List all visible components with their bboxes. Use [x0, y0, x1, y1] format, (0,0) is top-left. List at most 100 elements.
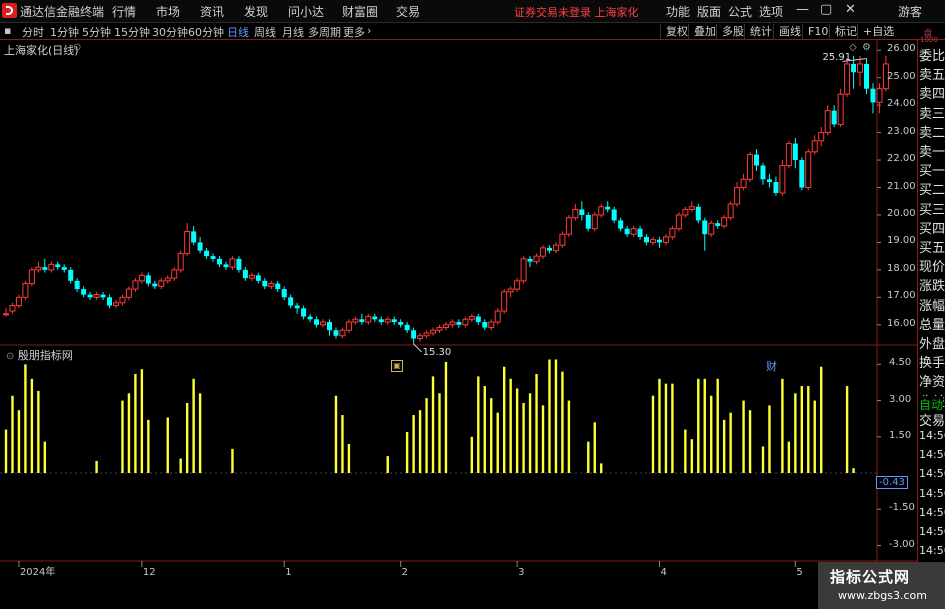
- close-icon[interactable]: ✕: [845, 2, 856, 17]
- candle: [100, 291, 106, 301]
- candle: [132, 278, 139, 292]
- candle: [398, 319, 404, 328]
- indicator-bar: [561, 371, 564, 474]
- candle: [527, 256, 533, 268]
- indicator-bar: [134, 373, 137, 474]
- candle: [514, 278, 521, 292]
- period-15min[interactable]: 15分钟: [114, 24, 150, 40]
- candle: [715, 220, 721, 229]
- menu-gongneng[interactable]: 功能: [666, 3, 690, 20]
- price-axis-label: 24.00: [887, 98, 916, 110]
- candles: [3, 55, 889, 353]
- candle: [391, 316, 397, 325]
- candle: [3, 308, 9, 317]
- period-fenshi[interactable]: 分时: [22, 24, 44, 40]
- x-axis: 2024年 12 1 2 3 4 5: [18, 561, 803, 578]
- indicator-bar: [522, 402, 525, 474]
- menu-faxian[interactable]: 发现: [244, 3, 268, 20]
- finance-marker[interactable]: 财: [766, 358, 777, 374]
- quote-row-label: 买一: [919, 160, 945, 180]
- indicator-name[interactable]: ⊙ 殷朋指标网: [6, 347, 73, 363]
- quote-row-label: 14:56: [919, 467, 945, 481]
- chevron-right-icon[interactable]: ›: [367, 24, 371, 37]
- indicator-axis-label: -0.43: [876, 476, 908, 490]
- menu-gongshi[interactable]: 公式: [728, 3, 752, 20]
- candle: [417, 333, 424, 342]
- btn-add-watch[interactable]: +自选: [857, 24, 899, 39]
- diamond-icon[interactable]: ◇: [849, 42, 857, 53]
- menu-jiaoyi[interactable]: 交易: [396, 3, 420, 20]
- indicator-bar: [690, 439, 694, 474]
- price-axis-label: 23.00: [887, 125, 916, 137]
- menu-shichang[interactable]: 市场: [156, 3, 180, 20]
- user-label[interactable]: 游客: [898, 3, 922, 20]
- candle: [708, 220, 715, 237]
- quote-row-label: 净资: [919, 371, 945, 391]
- login-warning[interactable]: 证券交易未登录 上海家化: [514, 4, 639, 20]
- period-1min[interactable]: 1分钟: [50, 24, 79, 40]
- candle: [533, 253, 540, 265]
- indicator-bar: [651, 395, 655, 474]
- candle: [740, 173, 747, 191]
- indicator-bar: [554, 359, 558, 474]
- indicator-bar: [470, 436, 474, 474]
- candle: [158, 278, 165, 290]
- restore-icon[interactable]: ▢: [820, 2, 832, 17]
- candle: [675, 212, 682, 232]
- dropdown-icon: ⊙: [6, 351, 15, 362]
- indicator-axis-label: 4.50: [889, 357, 912, 369]
- menu-banmian[interactable]: 版面: [697, 3, 721, 20]
- indicator-bar: [567, 400, 571, 474]
- menu-hangqing[interactable]: 行情: [112, 3, 136, 20]
- candle: [831, 105, 837, 128]
- candle: [818, 127, 825, 147]
- candle: [320, 319, 327, 328]
- toolbar-dot-icon: ▪: [4, 24, 12, 37]
- candle: [61, 264, 67, 273]
- menu-zixun[interactable]: 资讯: [200, 3, 224, 20]
- period-multi[interactable]: 多周期: [308, 24, 341, 40]
- period-5min[interactable]: 5分钟: [82, 24, 111, 40]
- candle: [281, 286, 287, 301]
- candle: [734, 182, 741, 207]
- candle: [779, 160, 786, 196]
- price-axis-label: 16.00: [887, 317, 916, 329]
- candle: [799, 157, 805, 191]
- gear-icon[interactable]: ⚙: [862, 42, 871, 53]
- indicator-bar: [671, 383, 674, 474]
- candle: [112, 300, 119, 309]
- indicator-bar: [807, 386, 810, 474]
- indicator-axis-label: 1.50: [889, 429, 912, 441]
- dropdown-icon[interactable]: ⊙: [73, 42, 81, 53]
- period-60min[interactable]: 60分钟: [188, 24, 224, 40]
- candle: [171, 267, 178, 281]
- indicator-bar: [185, 402, 189, 474]
- quote-row-label: 卖二: [919, 121, 945, 141]
- period-month[interactable]: 月线: [282, 24, 304, 40]
- menu-wenxiaoda[interactable]: 问小达: [288, 3, 324, 20]
- menu-xuanxiang[interactable]: 选项: [759, 3, 783, 20]
- indicator-bar: [192, 378, 195, 474]
- period-day[interactable]: 日线: [227, 24, 249, 40]
- candle: [618, 217, 624, 232]
- candle: [598, 203, 605, 218]
- candle: [333, 327, 339, 339]
- candle: [87, 291, 93, 301]
- minimize-icon[interactable]: —: [796, 2, 809, 17]
- indicator-name-text: 殷朋指标网: [17, 349, 73, 362]
- event-marker-icon[interactable]: ▣: [391, 360, 403, 372]
- candle: [404, 322, 410, 334]
- period-week[interactable]: 周线: [254, 24, 276, 40]
- menu-caifuquan[interactable]: 财富圈: [342, 3, 378, 20]
- candle: [785, 140, 792, 169]
- kline-chart[interactable]: 2024年 12 1 2 3 4 5: [0, 40, 918, 609]
- indicator-bar: [30, 378, 34, 474]
- candle: [242, 267, 248, 281]
- candle: [792, 138, 798, 169]
- watermark-url: www.zbgs3.com: [838, 589, 927, 602]
- period-30min[interactable]: 30分钟: [152, 24, 188, 40]
- candle: [864, 58, 870, 95]
- candle: [754, 149, 760, 172]
- auto-trade-label[interactable]: 自动: [919, 395, 944, 413]
- period-more[interactable]: 更多: [343, 24, 365, 40]
